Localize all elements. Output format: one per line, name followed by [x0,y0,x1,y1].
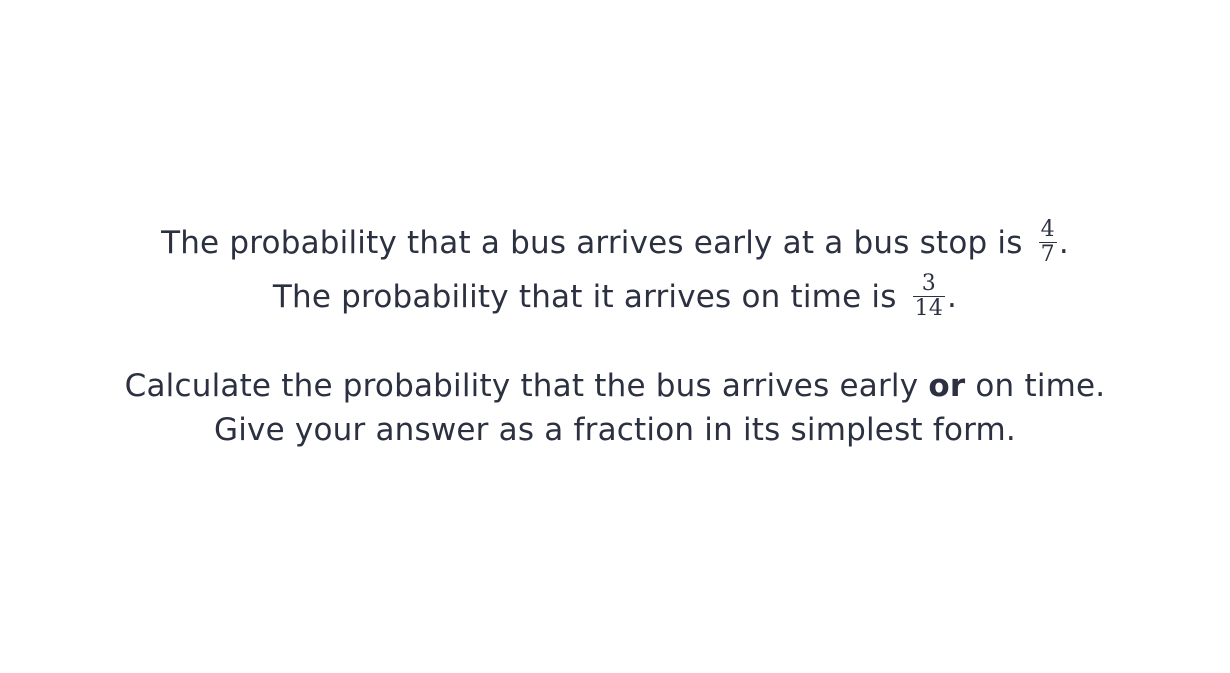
early-probability-text: The probability that a bus arrives early… [161,225,1023,261]
question-line-early-probability: The probability that a bus arrives early… [0,217,1230,268]
fraction-on-time-denominator: 14 [914,296,944,321]
fraction-on-time: 3 14 [912,273,946,321]
question-instruction-calculate: Calculate the probability that the bus a… [0,366,1230,406]
question-line-on-time-probability: The probability that it arrives on time … [0,273,1230,322]
instruction-emphasis-or: or [928,368,966,404]
line1-period: . [1058,225,1069,261]
fraction-early-denominator: 7 [1040,242,1055,267]
question-panel: The probability that a bus arrives early… [0,0,1230,673]
fraction-early-numerator: 4 [1038,217,1057,243]
fraction-early: 4 7 [1038,217,1057,267]
on-time-probability-text: The probability that it arrives on time … [272,279,897,315]
simplest-form-text: Give your answer as a fraction in its si… [214,412,1016,448]
line2-period: . [947,279,958,315]
fraction-on-time-numerator: 3 [912,273,946,297]
instruction-after-text: on time. [975,368,1106,404]
instruction-before-text: Calculate the probability that the bus a… [124,368,919,404]
question-instruction-simplest-form: Give your answer as a fraction in its si… [0,410,1230,450]
